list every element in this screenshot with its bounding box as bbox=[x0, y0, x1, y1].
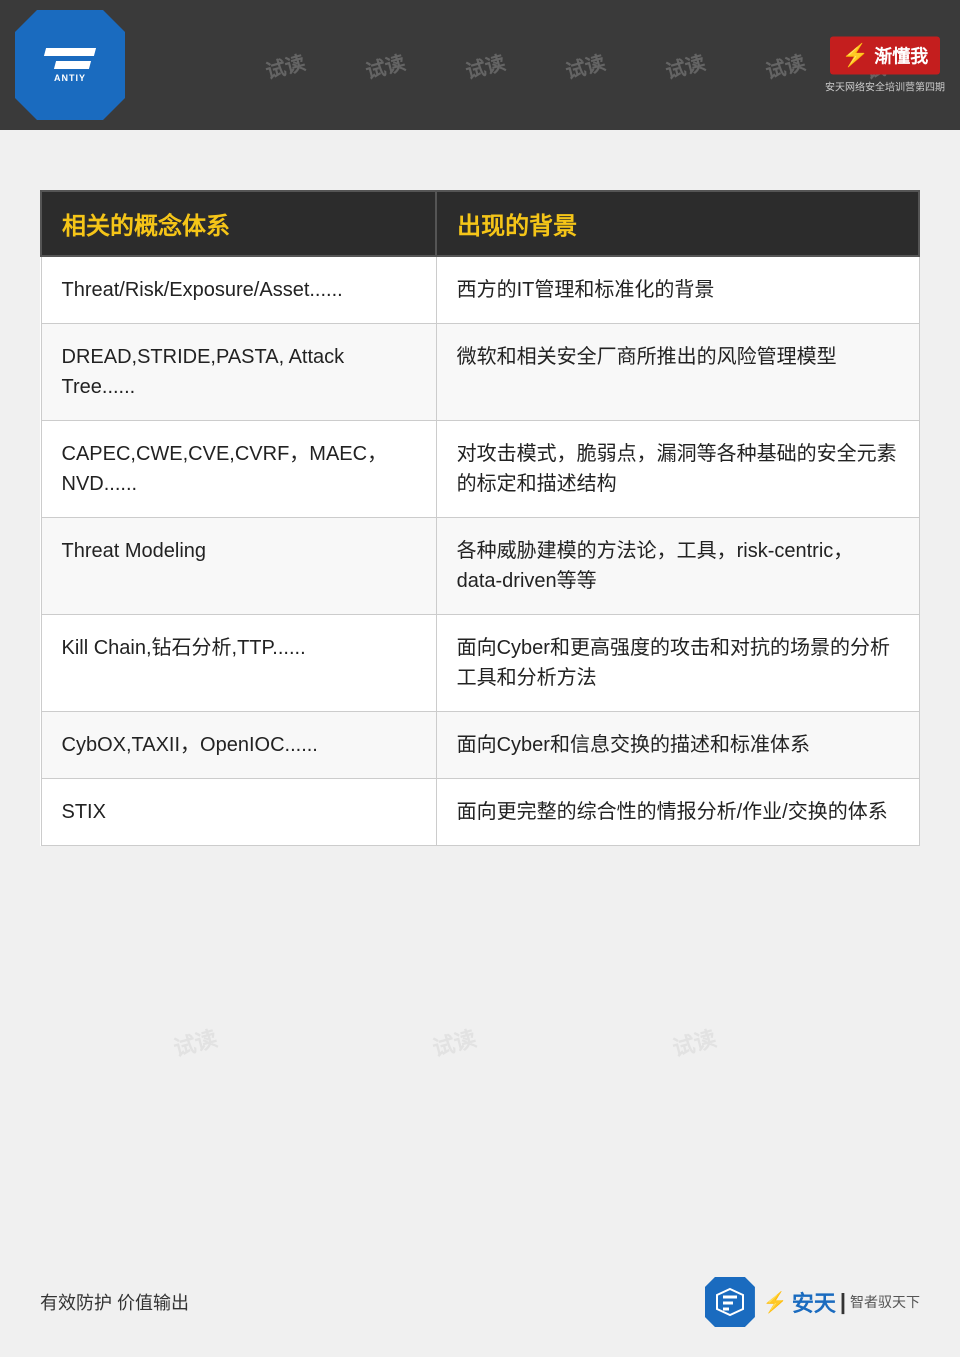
main-content: 相关的概念体系 出现的背景 Threat/Risk/Exposure/Asset… bbox=[0, 130, 960, 886]
watermark-3: 试读 bbox=[462, 46, 508, 84]
table-row: CAPEC,CWE,CVE,CVRF，MAEC，NVD......对攻击模式，脆… bbox=[41, 421, 919, 518]
brand-badge: ⚡ 渐懂我 bbox=[830, 37, 940, 75]
footer: 有效防护 价值输出 ⚡ 安天 | 智者驭天下 bbox=[40, 1277, 920, 1327]
table-header-row: 相关的概念体系 出现的背景 bbox=[41, 191, 919, 256]
col1-header: 相关的概念体系 bbox=[41, 191, 436, 256]
watermark-2: 试读 bbox=[362, 46, 408, 84]
table-cell-col2-2: 对攻击模式，脆弱点，漏洞等各种基础的安全元素的标定和描述结构 bbox=[436, 421, 919, 518]
table-cell-col2-5: 面向Cyber和信息交换的描述和标准体系 bbox=[436, 712, 919, 779]
watermark-1: 试读 bbox=[262, 46, 308, 84]
table-cell-col2-6: 面向更完整的综合性的情报分析/作业/交换的体系 bbox=[436, 779, 919, 846]
table-cell-col1-5: CybOX,TAXII，OpenIOC...... bbox=[41, 712, 436, 779]
table-cell-col1-4: Kill Chain,钻石分析,TTP...... bbox=[41, 615, 436, 712]
table-cell-col1-0: Threat/Risk/Exposure/Asset...... bbox=[41, 256, 436, 324]
footer-brand-block: ⚡ 安天 | 智者驭天下 bbox=[763, 1286, 920, 1318]
col2-header: 出现的背景 bbox=[436, 191, 919, 256]
footer-lightning: ⚡ bbox=[763, 1290, 788, 1315]
logo: ANTIY bbox=[15, 10, 125, 120]
table-cell-col2-1: 微软和相关安全厂商所推出的风险管理模型 bbox=[436, 324, 919, 421]
logo-graphic bbox=[45, 48, 95, 69]
watermark-4: 试读 bbox=[562, 46, 608, 84]
table-row: CybOX,TAXII，OpenIOC......面向Cyber和信息交换的描述… bbox=[41, 712, 919, 779]
footer-logo-icon bbox=[705, 1277, 755, 1327]
table-row: Threat Modeling各种威胁建模的方法论，工具，risk-centri… bbox=[41, 518, 919, 615]
footer-logo: ⚡ 安天 | 智者驭天下 bbox=[705, 1277, 920, 1327]
header-brand: ⚡ 渐懂我 安天网络安全培训营第四期 bbox=[825, 37, 945, 94]
brand-icon: ⚡ bbox=[842, 43, 869, 68]
table-row: DREAD,STRIDE,PASTA, Attack Tree......微软和… bbox=[41, 324, 919, 421]
table-row: STIX面向更完整的综合性的情报分析/作业/交换的体系 bbox=[41, 779, 919, 846]
watermark-5: 试读 bbox=[662, 46, 708, 84]
logo-line-1 bbox=[44, 48, 96, 56]
table-cell-col1-1: DREAD,STRIDE,PASTA, Attack Tree...... bbox=[41, 324, 436, 421]
watermark-6: 试读 bbox=[762, 46, 808, 84]
table-cell-col1-3: Threat Modeling bbox=[41, 518, 436, 615]
pwm-14: 试读 bbox=[669, 1021, 720, 1063]
table-row: Kill Chain,钻石分析,TTP......面向Cyber和更高强度的攻击… bbox=[41, 615, 919, 712]
table-cell-col2-4: 面向Cyber和更高强度的攻击和对抗的场景的分析工具和分析方法 bbox=[436, 615, 919, 712]
header: ANTIY 试读 试读 试读 试读 试读 试读 试读 ⚡ 渐懂我 安天网络安全培… bbox=[0, 0, 960, 130]
table-cell-col2-3: 各种威胁建模的方法论，工具，risk-centric，data-driven等等 bbox=[436, 518, 919, 615]
footer-tagline: 有效防护 价值输出 bbox=[40, 1289, 189, 1315]
brand-name: 渐懂我 bbox=[874, 47, 928, 67]
pwm-13: 试读 bbox=[429, 1021, 480, 1063]
table-row: Threat/Risk/Exposure/Asset......西方的IT管理和… bbox=[41, 256, 919, 324]
footer-brand-name: 安天 bbox=[792, 1286, 836, 1318]
footer-logo-svg bbox=[715, 1287, 745, 1317]
pwm-12: 试读 bbox=[169, 1021, 220, 1063]
brand-divider: | bbox=[840, 1289, 846, 1315]
concept-table: 相关的概念体系 出现的背景 Threat/Risk/Exposure/Asset… bbox=[40, 190, 920, 846]
table-cell-col1-6: STIX bbox=[41, 779, 436, 846]
logo-line-2 bbox=[54, 61, 91, 69]
table-cell-col1-2: CAPEC,CWE,CVE,CVRF，MAEC，NVD...... bbox=[41, 421, 436, 518]
logo-text: ANTIY bbox=[54, 73, 86, 83]
brand-subtitle: 安天网络安全培训营第四期 bbox=[825, 79, 945, 94]
table-cell-col2-0: 西方的IT管理和标准化的背景 bbox=[436, 256, 919, 324]
footer-brand-sub: 智者驭天下 bbox=[850, 1292, 920, 1312]
